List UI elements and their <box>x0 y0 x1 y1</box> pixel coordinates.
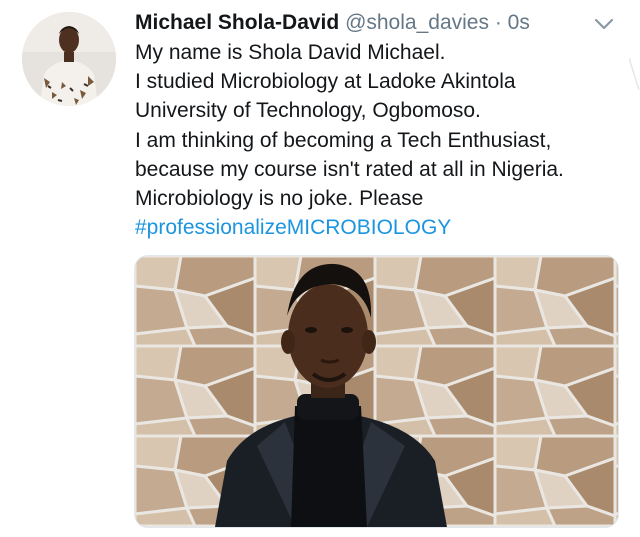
attached-photo-icon <box>135 256 618 527</box>
tweet[interactable]: Michael Shola-David @shola_davies · 0s M… <box>0 0 640 537</box>
tweet-text-line: because my course isn't rated at all in … <box>135 157 564 181</box>
tweet-text: My name is Shola David Michael. I studie… <box>135 38 625 242</box>
edge-divider <box>629 58 640 91</box>
tweet-header: Michael Shola-David @shola_davies · 0s <box>135 6 530 40</box>
separator-dot: · <box>494 11 502 34</box>
user-avatar-photo-icon <box>22 12 116 106</box>
author-name[interactable]: Michael Shola-David <box>135 11 339 34</box>
chevron-down-icon[interactable] <box>592 12 616 36</box>
tweet-text-line: My name is Shola David Michael. <box>135 41 446 64</box>
timestamp[interactable]: 0s <box>508 11 530 34</box>
tweet-text-line: University of Technology, Ogbomoso. <box>135 99 481 123</box>
tweet-media[interactable] <box>134 255 619 528</box>
author-handle[interactable]: @shola_davies <box>345 11 489 34</box>
avatar[interactable] <box>22 12 116 106</box>
hashtag-link[interactable]: #professionalizeMICROBIOLOGY <box>135 213 625 242</box>
tweet-text-line: Microbiology is no joke. Please <box>135 187 424 211</box>
tweet-text-line: I studied Microbiology at Ladoke Akintol… <box>135 70 516 94</box>
tweet-text-line: I am thinking of becoming a Tech Enthusi… <box>135 128 552 152</box>
